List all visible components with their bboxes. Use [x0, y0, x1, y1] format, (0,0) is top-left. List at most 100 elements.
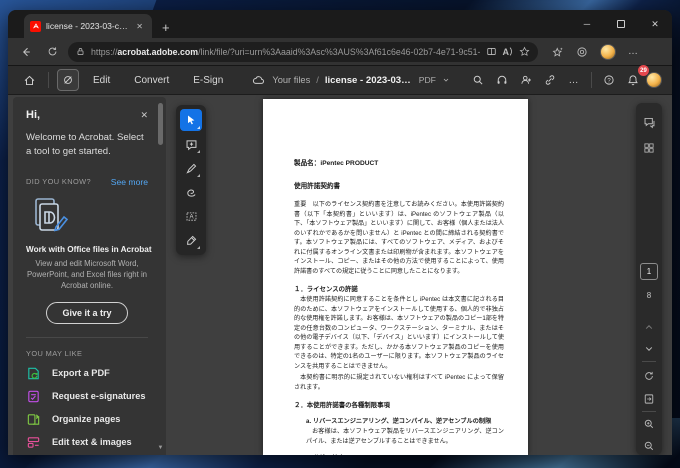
more-tools-icon[interactable]: …	[563, 69, 585, 91]
quick-tools-palette: A	[176, 105, 206, 255]
sidebar-item-organize-pages[interactable]: Organize pages	[26, 408, 148, 431]
tab-title: license - 2023-03-combined.pdf	[46, 21, 128, 31]
edit-text-images-icon	[26, 435, 41, 450]
breadcrumb-your-files[interactable]: Your files	[272, 75, 310, 85]
notifications-bell-icon[interactable]: 29	[622, 65, 649, 91]
svg-text:A: A	[189, 213, 194, 220]
acrobat-profile-avatar[interactable]	[645, 72, 662, 88]
menu-esign[interactable]: E-Sign	[183, 75, 233, 86]
search-icon[interactable]	[467, 69, 489, 91]
sidebar-item-export-pdf[interactable]: Export a PDF	[26, 362, 148, 385]
rotate-page-icon[interactable]	[636, 367, 662, 385]
browser-window: license - 2023-03-combined.pdf ✕ + ─ ✕ h…	[8, 10, 672, 455]
doc-license-title: 使用許諾契約書	[294, 183, 341, 190]
promo-description: View and edit Microsoft Word, PowerPoint…	[26, 258, 148, 291]
did-you-know-label: DID YOU KNOW?	[26, 177, 92, 187]
lock-icon[interactable]	[76, 47, 85, 56]
select-tool-button[interactable]	[180, 109, 202, 131]
viewer-side-panel: 1 8	[636, 103, 662, 455]
office-promo-card: Work with Office files in Acrobat View a…	[26, 197, 152, 324]
split-screen-icon[interactable]	[486, 46, 497, 57]
breadcrumb-separator: /	[316, 75, 319, 85]
browser-profile-avatar[interactable]	[600, 43, 616, 60]
address-bar: https://acrobat.adobe.com/link/file/?uri…	[8, 38, 672, 65]
all-tools-icon[interactable]	[57, 69, 79, 91]
tab-bar: license - 2023-03-combined.pdf ✕ + ─ ✕	[8, 10, 672, 38]
comments-panel-icon[interactable]	[636, 113, 662, 131]
close-window-button[interactable]: ✕	[638, 10, 672, 38]
request-esignatures-icon	[26, 389, 41, 404]
browser-toolbar-right: …	[552, 43, 639, 60]
refresh-icon[interactable]	[42, 42, 62, 62]
browser-essentials-icon[interactable]	[576, 46, 588, 58]
current-page-input[interactable]: 1	[640, 263, 658, 280]
scrollbar-thumb[interactable]	[158, 103, 163, 145]
previous-page-icon[interactable]	[636, 318, 662, 336]
window-controls: ─ ✕	[570, 10, 672, 38]
doc-subsection-heading: a. リバースエンジニアリング、逆コンパイル、逆アセンブルの制限	[306, 418, 492, 425]
highlight-pen-tool-button[interactable]	[180, 157, 202, 179]
cloud-icon	[250, 69, 266, 91]
collections-star-icon[interactable]	[552, 46, 564, 58]
doc-section-heading: ２．本使用許諾書の各種制限事項	[294, 402, 390, 409]
share-link-icon[interactable]	[539, 69, 561, 91]
read-aloud-icon[interactable]: A	[503, 47, 514, 57]
divider	[642, 361, 656, 362]
you-may-like-label: YOU MAY LIKE	[26, 348, 83, 358]
next-page-icon[interactable]	[636, 340, 662, 358]
add-comment-tool-button[interactable]	[180, 133, 202, 155]
browser-settings-more-icon[interactable]: …	[628, 46, 639, 57]
export-pdf-icon	[26, 366, 41, 381]
doc-subsection-heading: b. 分離の禁止	[306, 453, 504, 455]
url-text[interactable]: https://acrobat.adobe.com/link/file/?uri…	[91, 47, 480, 57]
file-format-label[interactable]: PDF	[419, 75, 436, 85]
pdf-page[interactable]: 製品名：iPentec PRODUCT 使用許諾契約書 重要 以下のライセンス契…	[263, 99, 528, 455]
page-thumbnails-icon[interactable]	[636, 139, 662, 157]
close-icon[interactable]: ✕	[140, 110, 148, 121]
scroll-down-arrow-icon[interactable]: ▼	[157, 445, 164, 451]
help-icon[interactable]: ?	[598, 69, 620, 91]
browser-tab[interactable]: license - 2023-03-combined.pdf ✕	[24, 14, 152, 38]
divider	[26, 336, 148, 338]
sidebar-item-request-esignatures[interactable]: Request e-signatures	[26, 385, 148, 408]
doc-paragraph: 重要 以下のライセンス契約書を注意してお読みください。本使用許諾契約書（以下「本…	[294, 201, 504, 275]
back-icon[interactable]	[16, 42, 36, 62]
favorites-star-icon[interactable]	[519, 46, 530, 57]
doc-paragraph: 本契約書に明示的に規定されていない権利はすべて iPentec によって保留され…	[294, 374, 504, 391]
office-files-icon	[35, 197, 69, 232]
zoom-out-icon[interactable]	[636, 437, 662, 455]
sidebar-item-share[interactable]: Share	[26, 454, 148, 455]
sidebar-item-edit-text-images[interactable]: Edit text & images	[26, 431, 148, 454]
give-it-a-try-button[interactable]: Give it a try	[46, 301, 128, 324]
doc-section-heading: １．ライセンスの許諾	[294, 286, 358, 293]
menu-edit[interactable]: Edit	[83, 75, 120, 86]
doc-paragraph: 本使用許諾契約に同意することを条件とし iPentec は本文書に記される目的の…	[294, 296, 504, 370]
zoom-in-icon[interactable]	[636, 415, 662, 433]
url-field[interactable]: https://acrobat.adobe.com/link/file/?uri…	[68, 41, 538, 62]
add-text-box-tool-button[interactable]: A	[180, 205, 202, 227]
divider	[48, 72, 49, 88]
menu-convert[interactable]: Convert	[124, 75, 179, 86]
divider	[590, 72, 592, 88]
invite-people-icon[interactable]	[515, 69, 537, 91]
promo-title: Work with Office files in Acrobat	[26, 244, 152, 254]
fit-page-icon[interactable]	[636, 390, 662, 408]
doc-product-title: 製品名：iPentec PRODUCT	[294, 160, 379, 167]
fill-sign-tool-button[interactable]	[180, 229, 202, 251]
home-icon[interactable]	[18, 69, 40, 91]
draw-lasso-tool-button[interactable]	[180, 181, 202, 203]
chevron-down-icon[interactable]	[442, 76, 450, 84]
read-aloud-headphones-icon[interactable]	[491, 69, 513, 91]
new-tab-button[interactable]: +	[162, 21, 170, 34]
acrobat-header-right: … ? 29	[467, 65, 662, 91]
pdf-favicon-icon	[30, 20, 41, 32]
divider	[642, 411, 656, 412]
organize-pages-icon	[26, 412, 41, 427]
minimize-button[interactable]: ─	[570, 10, 604, 38]
greeting-title: Hi,	[26, 109, 41, 121]
tab-close-icon[interactable]: ✕	[133, 21, 146, 32]
see-more-link[interactable]: See more	[111, 177, 148, 187]
sidebar-scrollbar[interactable]: ▼	[157, 101, 164, 451]
notification-badge: 29	[637, 65, 649, 76]
maximize-button[interactable]	[604, 10, 638, 38]
